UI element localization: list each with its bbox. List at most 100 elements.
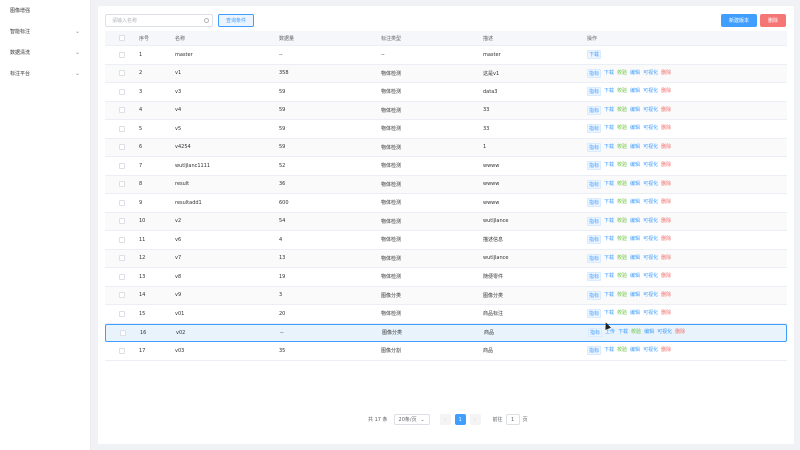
row-op-link[interactable]: 编辑 bbox=[630, 291, 640, 300]
row-op-link[interactable]: 指标 bbox=[587, 290, 602, 300]
goto-page-input[interactable]: 1 bbox=[505, 414, 520, 425]
row-op-link[interactable]: 校验 bbox=[617, 272, 627, 281]
row-op-link[interactable]: 下载 bbox=[618, 328, 628, 337]
row-op-link[interactable]: 删除 bbox=[661, 198, 671, 207]
select-all-checkbox[interactable] bbox=[119, 35, 125, 41]
row-op-link[interactable]: 删除 bbox=[661, 272, 671, 281]
row-op-link[interactable]: 校验 bbox=[617, 161, 627, 170]
row-op-link[interactable]: 下载 bbox=[604, 346, 614, 355]
table-row[interactable]: 17 v03 35 图像分割 商品 指标 下载 校验 编辑 可视化 删除 bbox=[105, 342, 787, 361]
row-op-link[interactable]: 编辑 bbox=[630, 346, 640, 355]
row-op-link[interactable]: 删除 bbox=[661, 217, 671, 226]
row-op-link[interactable]: 下载 bbox=[604, 217, 614, 226]
row-op-link[interactable]: 校验 bbox=[617, 346, 627, 355]
row-op-link[interactable]: 删除 bbox=[675, 328, 685, 337]
row-op-link[interactable]: 编辑 bbox=[630, 106, 640, 115]
row-checkbox[interactable] bbox=[119, 162, 125, 169]
row-checkbox[interactable] bbox=[119, 199, 125, 206]
row-op-link[interactable]: 校验 bbox=[617, 291, 627, 300]
row-op-link[interactable]: 可视化 bbox=[643, 291, 658, 300]
search-input[interactable] bbox=[105, 14, 213, 27]
row-op-link[interactable]: 删除 bbox=[661, 106, 671, 115]
row-op-link[interactable]: 校验 bbox=[617, 180, 627, 189]
row-op-link[interactable]: 下载 bbox=[604, 235, 614, 244]
row-op-link[interactable]: 编辑 bbox=[630, 69, 640, 78]
sidebar-item[interactable]: 图像增强 bbox=[0, 0, 90, 21]
row-checkbox[interactable] bbox=[119, 218, 125, 225]
row-op-link[interactable]: 下载 bbox=[604, 272, 614, 281]
row-op-link[interactable]: 编辑 bbox=[630, 235, 640, 244]
row-op-link[interactable]: 指标 bbox=[587, 124, 602, 134]
row-op-link[interactable]: 可视化 bbox=[643, 124, 658, 133]
row-op-link[interactable]: 校验 bbox=[617, 87, 627, 96]
table-row[interactable]: 3 v3 59 物体检测 data3 指标 下载 校验 编辑 可视化 删除 bbox=[105, 83, 787, 102]
page-size-select[interactable]: 20条/页 ⌄ bbox=[393, 414, 430, 425]
row-op-link[interactable]: 可视化 bbox=[643, 161, 658, 170]
table-row[interactable]: 4 v4 59 物体检测 33 指标 下载 校验 编辑 可视化 删除 bbox=[105, 101, 787, 120]
row-op-link[interactable]: 删除 bbox=[661, 235, 671, 244]
row-checkbox[interactable] bbox=[119, 51, 125, 58]
row-op-link[interactable]: 可视化 bbox=[643, 346, 658, 355]
row-op-link[interactable]: 下载 bbox=[604, 309, 614, 318]
row-op-link[interactable]: 下载 bbox=[604, 180, 614, 189]
row-op-link[interactable]: 校验 bbox=[617, 69, 627, 78]
row-op-link[interactable]: 可视化 bbox=[643, 198, 658, 207]
row-op-link[interactable]: 可视化 bbox=[657, 328, 672, 337]
delete-button[interactable]: 删除 bbox=[760, 14, 786, 27]
row-op-link[interactable]: 删除 bbox=[661, 161, 671, 170]
row-op-link[interactable]: 可视化 bbox=[643, 180, 658, 189]
row-op-link[interactable]: 下载 bbox=[604, 254, 614, 263]
row-op-link[interactable]: 编辑 bbox=[630, 254, 640, 263]
row-op-link[interactable]: 上传 bbox=[605, 328, 615, 337]
row-checkbox[interactable] bbox=[119, 236, 125, 243]
row-op-link[interactable]: 指标 bbox=[587, 272, 602, 282]
filter-tag[interactable]: 查询条件 bbox=[218, 14, 254, 27]
row-op-link[interactable]: 校验 bbox=[617, 198, 627, 207]
table-row[interactable]: 11 v6 4 物体检测 描述信息 指标 下载 校验 编辑 可视化 删除 bbox=[105, 231, 787, 250]
row-op-link[interactable]: 指标 bbox=[587, 87, 602, 97]
row-op-link[interactable]: 编辑 bbox=[644, 328, 654, 337]
row-op-link[interactable]: 指标 bbox=[587, 179, 602, 189]
row-op-link[interactable]: 校验 bbox=[617, 217, 627, 226]
table-row[interactable]: 14 v9 3 图像分类 图像分类 指标 下载 校验 编辑 可视化 删除 bbox=[105, 286, 787, 305]
row-op-link[interactable]: 删除 bbox=[661, 87, 671, 96]
row-op-link[interactable]: 校验 bbox=[617, 143, 627, 152]
row-op-link[interactable]: 指标 bbox=[587, 309, 602, 319]
row-op-link[interactable]: 指标 bbox=[587, 235, 602, 245]
row-op-link[interactable]: 编辑 bbox=[630, 161, 640, 170]
row-op-link[interactable]: 删除 bbox=[661, 143, 671, 152]
row-op-link[interactable]: 可视化 bbox=[643, 235, 658, 244]
table-row[interactable]: 6 v4254 59 物体检测 1 指标 下载 校验 编辑 可视化 删除 bbox=[105, 138, 787, 157]
row-op-link[interactable]: 指标 bbox=[587, 253, 602, 263]
row-op-link[interactable]: 指标 bbox=[587, 161, 602, 171]
row-op-link[interactable]: 指标 bbox=[587, 68, 602, 78]
row-op-link[interactable]: 下载 bbox=[587, 50, 602, 60]
row-checkbox[interactable] bbox=[119, 273, 125, 280]
row-checkbox[interactable] bbox=[119, 347, 125, 354]
row-op-link[interactable]: 指标 bbox=[588, 328, 603, 338]
table-row[interactable]: 7 wutljlanc1111 52 物体检测 wwww 指标 下载 校验 编辑 可视化 删除 bbox=[105, 157, 787, 176]
row-op-link[interactable]: 编辑 bbox=[630, 180, 640, 189]
row-op-link[interactable]: 可视化 bbox=[643, 254, 658, 263]
table-row[interactable]: 13 v8 19 物体检测 随便零件 指标 下载 校验 编辑 可视化 删除 bbox=[105, 268, 787, 287]
page-number-1[interactable]: 1 bbox=[454, 414, 466, 425]
table-row[interactable]: 5 v5 59 物体检测 33 指标 下载 校验 编辑 可视化 删除 bbox=[105, 120, 787, 139]
table-row[interactable]: 9 resultadd1 600 物体检测 wwww 指标 下载 校验 编辑 可视化 删除 bbox=[105, 194, 787, 213]
row-op-link[interactable]: 可视化 bbox=[643, 272, 658, 281]
row-checkbox[interactable] bbox=[119, 125, 125, 132]
row-op-link[interactable]: 校验 bbox=[617, 254, 627, 263]
row-op-link[interactable]: 编辑 bbox=[630, 87, 640, 96]
row-op-link[interactable]: 可视化 bbox=[643, 106, 658, 115]
table-row[interactable]: 12 v7 13 物体检测 wutljlance 指标 下载 校验 编辑 可视化 删除 bbox=[105, 249, 787, 268]
row-checkbox[interactable] bbox=[119, 144, 125, 151]
new-version-button[interactable]: 新建版本 bbox=[721, 14, 757, 27]
row-op-link[interactable]: 下载 bbox=[604, 106, 614, 115]
sidebar-item[interactable]: 数据清洗 ⌄ bbox=[0, 42, 90, 63]
row-op-link[interactable]: 编辑 bbox=[630, 143, 640, 152]
row-op-link[interactable]: 下载 bbox=[604, 161, 614, 170]
row-op-link[interactable]: 指标 bbox=[587, 105, 602, 115]
row-op-link[interactable]: 编辑 bbox=[630, 309, 640, 318]
row-op-link[interactable]: 编辑 bbox=[630, 198, 640, 207]
table-row[interactable]: 10 v2 54 物体检测 wutljlance 指标 下载 校验 编辑 可视化 删除 bbox=[105, 212, 787, 231]
sidebar-item[interactable]: 标注平台 ⌄ bbox=[0, 63, 90, 84]
